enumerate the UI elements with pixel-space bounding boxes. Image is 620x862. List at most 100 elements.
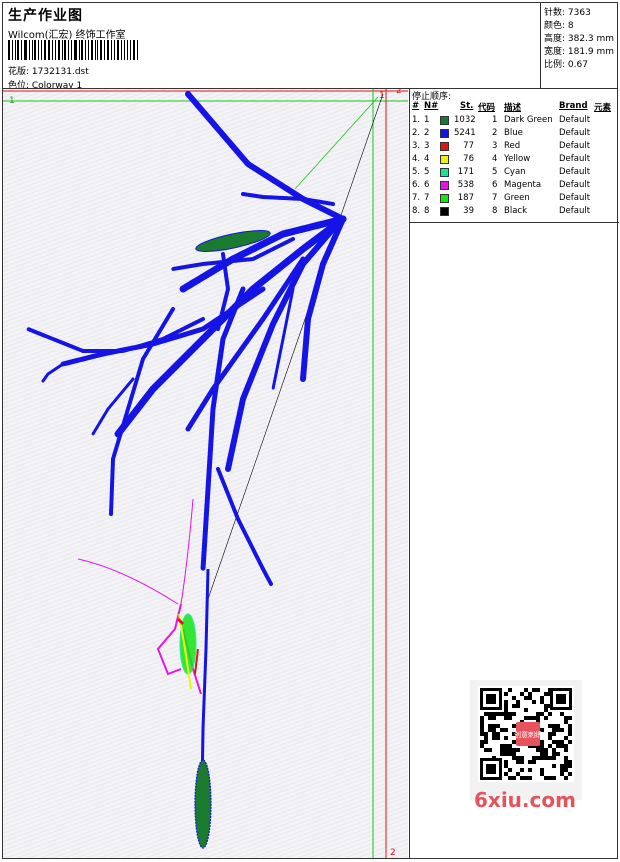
row-description: Green (504, 193, 530, 203)
row-hash: 6. (412, 180, 421, 190)
page-title: 生产作业图 (8, 8, 83, 24)
stop-sequence-row: 2. 2 5241 2 Blue Default (410, 128, 619, 141)
row-stitches: 5241 (454, 128, 476, 138)
row-brand: Default (559, 180, 591, 190)
row-stitches: 538 (457, 180, 474, 190)
row-hash: 5. (412, 167, 421, 177)
design-stats: 针数: 7363 颜色: 8 高度: 382.3 mm 宽度: 181.9 mm… (540, 2, 619, 88)
row-no: 4 (424, 154, 430, 164)
color-swatch (440, 142, 449, 151)
row-code: 5 (492, 167, 498, 177)
design-canvas: 1 1 2 2 (3, 86, 408, 858)
row-stitches: 171 (457, 167, 474, 177)
col-hash: # (412, 101, 420, 111)
qr-code-graphic: 创意刺绣 (478, 686, 574, 782)
row-hash: 8. (412, 206, 421, 216)
color-swatch (440, 207, 449, 216)
company-name: Wilcom(汇宏) 终饰工作室 (8, 30, 126, 41)
qr-code: 创意刺绣 (470, 680, 582, 800)
marker-2-top: 2 (396, 89, 402, 96)
row-stitches: 187 (457, 193, 474, 203)
row-hash: 2. (412, 128, 421, 138)
stop-sequence-row: 1. 1 1032 1 Dark Green Default (410, 115, 619, 128)
stop-sequence-panel: 停止顺序: # N# St. 代码 描述 Brand 元素 1. 1 1032 1 Da… (409, 88, 619, 223)
color-swatch (440, 155, 449, 164)
color-swatch (440, 194, 449, 203)
grasshopper (77, 498, 202, 695)
jump-stitch-black (207, 93, 384, 600)
embroidery-preview: 1 1 2 2 (3, 86, 408, 858)
row-code: 4 (492, 154, 498, 164)
row-description: Dark Green (504, 115, 553, 125)
row-description: Yellow (504, 154, 531, 164)
row-brand: Default (559, 141, 591, 151)
dark-green-leaf (195, 230, 271, 252)
color-count: 颜色: 8 (544, 21, 574, 31)
row-brand: Default (559, 167, 591, 177)
row-stitches: 76 (463, 154, 474, 164)
row-description: Black (504, 206, 527, 216)
row-code: 3 (492, 141, 498, 151)
main-stalk (200, 568, 210, 790)
row-hash: 7. (412, 193, 421, 203)
row-description: Magenta (504, 180, 542, 190)
row-hash: 1. (412, 115, 421, 125)
header: 生产作业图 Wilcom(汇宏) 终饰工作室 花版: 1732131.dst 色… (2, 2, 540, 91)
stop-sequence-row: 7. 7 187 7 Green Default (410, 193, 619, 206)
row-code: 1 (492, 115, 498, 125)
marker-1-top: 1 (379, 91, 385, 101)
panel-divider (409, 222, 410, 859)
row-no: 7 (424, 193, 430, 203)
row-description: Cyan (504, 167, 526, 177)
row-stitches: 77 (463, 141, 474, 151)
row-stitches: 1032 (454, 115, 476, 125)
stop-sequence-row: 5. 5 171 5 Cyan Default (410, 167, 619, 180)
marker-1-left: 1 (9, 96, 15, 106)
design-height: 高度: 382.3 mm (544, 34, 615, 44)
color-swatch (440, 181, 449, 190)
col-description: 描述 (504, 103, 522, 113)
row-description: Red (504, 141, 521, 151)
row-hash: 3. (412, 141, 421, 151)
row-no: 5 (424, 167, 430, 177)
row-brand: Default (559, 128, 591, 138)
design-scale: 比例: 0.67 (544, 60, 588, 70)
col-stitches: St. (460, 101, 474, 111)
col-brand: Brand (559, 101, 588, 111)
row-no: 1 (424, 115, 430, 125)
row-hash: 4. (412, 154, 421, 164)
jump-stitch-green (294, 96, 379, 190)
row-description: Blue (504, 128, 523, 138)
design-name: 花版: 1732131.dst (8, 67, 89, 77)
color-swatch (440, 116, 449, 125)
stop-sequence-row: 4. 4 76 4 Yellow Default (410, 154, 619, 167)
row-no: 8 (424, 206, 430, 216)
stop-sequence-row: 8. 8 39 8 Black Default (410, 206, 619, 219)
row-no: 3 (424, 141, 430, 151)
row-code: 6 (492, 180, 498, 190)
row-code: 7 (492, 193, 498, 203)
col-code: 代码 (478, 103, 496, 113)
row-no: 2 (424, 128, 430, 138)
row-brand: Default (559, 193, 591, 203)
color-swatch (440, 129, 449, 138)
stitch-count: 针数: 7363 (544, 8, 591, 18)
bamboo-blue-stitches (26, 91, 347, 586)
design-width: 宽度: 181.9 mm (544, 47, 615, 57)
barcode (8, 40, 140, 60)
qr-badge-text: 创意刺绣 (514, 730, 542, 739)
row-brand: Default (559, 154, 591, 164)
seed-head (194, 759, 212, 849)
stop-sequence-row: 6. 6 538 6 Magenta Default (410, 180, 619, 193)
row-code: 8 (492, 206, 498, 216)
row-no: 6 (424, 180, 430, 190)
row-stitches: 39 (463, 206, 474, 216)
col-element: 元素 (594, 103, 612, 113)
watermark-text: 6xiu.com (474, 788, 576, 812)
marker-2-bottom: 2 (390, 848, 396, 858)
row-code: 2 (492, 128, 498, 138)
stop-sequence-row: 3. 3 77 3 Red Default (410, 141, 619, 154)
row-brand: Default (559, 115, 591, 125)
row-brand: Default (559, 206, 591, 216)
color-swatch (440, 168, 449, 177)
